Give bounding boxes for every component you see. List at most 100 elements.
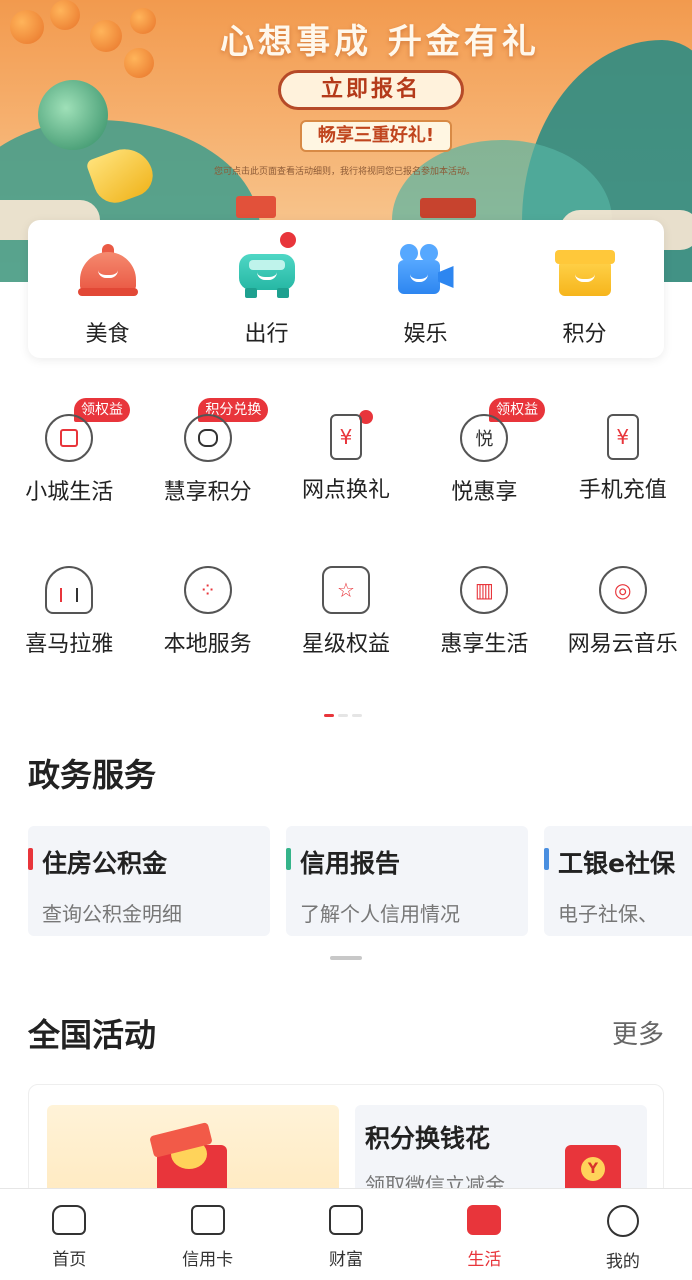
gift-box-icon bbox=[554, 240, 615, 298]
yue-icon: 悦 bbox=[460, 414, 509, 462]
service-yue-hui-xiang[interactable]: 领权益 悦 悦惠享 bbox=[415, 398, 553, 506]
bottom-nav: 首页 信用卡 财富 生活 我的 bbox=[0, 1188, 692, 1280]
category-label: 娱乐 bbox=[403, 322, 448, 347]
service-label: 网点换礼 bbox=[301, 478, 390, 503]
nav-home[interactable]: 首页 bbox=[0, 1189, 138, 1280]
service-label: 慧享积分 bbox=[163, 480, 252, 505]
service-points-enjoy[interactable]: 积分兑换 慧享积分 bbox=[138, 398, 276, 506]
chart-icon bbox=[329, 1205, 364, 1235]
activity-title: 积分换钱花 bbox=[365, 1124, 491, 1153]
coin-stack-icon bbox=[183, 414, 232, 462]
nav-mine[interactable]: 我的 bbox=[554, 1189, 692, 1280]
category-food[interactable]: 美食 bbox=[53, 240, 163, 358]
service-mobile-topup[interactable]: ¥ 手机充值 bbox=[554, 414, 692, 506]
dome-food-icon bbox=[77, 240, 138, 298]
gift-decoration bbox=[420, 198, 476, 218]
building-icon: ▥ bbox=[460, 566, 509, 614]
persimmon-decoration bbox=[10, 10, 44, 44]
card-accent-bar bbox=[286, 848, 291, 870]
service-label: 本地服务 bbox=[163, 632, 252, 657]
service-netease-music[interactable]: ◎ 网易云音乐 bbox=[554, 566, 692, 658]
star-medal-icon: ☆ bbox=[321, 566, 370, 614]
activity-points-exchange[interactable]: 积分换钱花 领取微信立减金 Y bbox=[355, 1105, 647, 1193]
service-label: 小城生活 bbox=[25, 480, 114, 505]
service-label: 惠享生活 bbox=[440, 632, 529, 657]
gift-card-icon: ¥ bbox=[329, 414, 362, 460]
service-star-rights[interactable]: ☆ 星级权益 bbox=[277, 566, 415, 658]
gift-tag: 畅享三重好礼! bbox=[300, 120, 452, 152]
gov-card-title: 信用报告 bbox=[300, 849, 401, 878]
card-accent-bar bbox=[28, 848, 33, 870]
nav-life[interactable]: 生活 bbox=[415, 1189, 553, 1280]
video-camera-icon bbox=[396, 240, 456, 298]
persimmon-decoration bbox=[90, 20, 122, 52]
nav-credit-card[interactable]: 信用卡 bbox=[138, 1189, 276, 1280]
gov-card-credit-report[interactable]: 信用报告 了解个人信用情况 bbox=[286, 826, 528, 936]
grid-glyph: ⁘ bbox=[199, 578, 216, 602]
horizontal-scroll-indicator bbox=[330, 956, 362, 960]
category-card: 美食 出行 娱乐 积分 bbox=[28, 220, 664, 358]
nav-label: 我的 bbox=[605, 1252, 640, 1272]
phone-icon: ¥ bbox=[606, 414, 639, 460]
gov-section-title: 政务服务 bbox=[28, 756, 157, 794]
gov-card-title: 住房公积金 bbox=[42, 849, 168, 878]
grid-icon: ⁘ bbox=[183, 566, 232, 614]
headphones-icon bbox=[45, 566, 94, 614]
nav-wealth[interactable]: 财富 bbox=[277, 1189, 415, 1280]
ticket-icon bbox=[467, 1205, 502, 1235]
page-dot-active bbox=[324, 714, 334, 717]
jade-pendant-decoration bbox=[38, 80, 108, 150]
grid-page-indicator bbox=[324, 714, 362, 717]
service-label: 手机充值 bbox=[578, 478, 667, 503]
service-ximalaya[interactable]: 喜马拉雅 bbox=[0, 566, 138, 658]
music-glyph: ◎ bbox=[614, 578, 632, 602]
service-grid-row: 领权益 小城生活 积分兑换 慧享积分 ¥ 网点换礼 领权益 悦 悦惠享 ¥ 手机… bbox=[0, 398, 692, 506]
service-label: 喜马拉雅 bbox=[25, 632, 114, 657]
service-hui-life[interactable]: ▥ 惠享生活 bbox=[415, 566, 553, 658]
activity-banner-gift[interactable] bbox=[47, 1105, 339, 1193]
notification-dot bbox=[279, 232, 296, 248]
music-icon: ◎ bbox=[598, 566, 647, 614]
signup-button[interactable]: 立即报名 bbox=[278, 70, 464, 110]
nav-label: 首页 bbox=[52, 1250, 87, 1270]
category-label: 出行 bbox=[244, 322, 289, 347]
category-points[interactable]: 积分 bbox=[530, 240, 640, 358]
yue-glyph: 悦 bbox=[475, 429, 494, 450]
page-dot bbox=[352, 714, 362, 717]
home-icon bbox=[52, 1205, 87, 1235]
gov-card-subtitle: 了解个人信用情况 bbox=[300, 902, 460, 926]
building-glyph: ▥ bbox=[474, 578, 494, 602]
activities-card: 积分换钱花 领取微信立减金 Y bbox=[28, 1084, 664, 1194]
nav-label: 信用卡 bbox=[182, 1250, 234, 1270]
gov-card-list[interactable]: 住房公积金 查询公积金明细 信用报告 了解个人信用情况 工银e社保 电子社保、 bbox=[28, 826, 692, 936]
gov-card-social-security[interactable]: 工银e社保 电子社保、 bbox=[544, 826, 692, 936]
coin-icon: Y bbox=[581, 1157, 605, 1181]
profile-icon bbox=[606, 1205, 639, 1237]
service-small-city-life[interactable]: 领权益 小城生活 bbox=[0, 398, 138, 506]
shopping-bag-icon bbox=[45, 414, 94, 462]
service-label: 网易云音乐 bbox=[567, 632, 678, 657]
card-accent-bar bbox=[544, 848, 549, 870]
activities-section-title: 全国活动 bbox=[28, 1016, 157, 1054]
car-icon bbox=[237, 240, 297, 298]
service-label: 悦惠享 bbox=[451, 480, 518, 505]
service-branch-gift[interactable]: ¥ 网点换礼 bbox=[277, 410, 415, 506]
service-label: 星级权益 bbox=[301, 632, 390, 657]
service-grid-row: 喜马拉雅 ⁘ 本地服务 ☆ 星级权益 ▥ 惠享生活 ◎ 网易云音乐 bbox=[0, 566, 692, 658]
category-entertainment[interactable]: 娱乐 bbox=[371, 240, 481, 358]
gov-card-subtitle: 查询公积金明细 bbox=[42, 902, 182, 926]
persimmon-decoration bbox=[50, 0, 80, 30]
gift-decoration bbox=[236, 196, 276, 218]
nav-label: 生活 bbox=[467, 1250, 502, 1270]
service-local[interactable]: ⁘ 本地服务 bbox=[138, 566, 276, 658]
banner-note: 您可点击此页面查看活动细则，我行将视同您已报名参加本活动。 bbox=[214, 167, 476, 177]
page-dot bbox=[338, 714, 348, 717]
more-link[interactable]: 更多 bbox=[612, 1014, 664, 1051]
banner-title: 心想事成 升金有礼 bbox=[220, 22, 540, 62]
gov-card-housing-fund[interactable]: 住房公积金 查询公积金明细 bbox=[28, 826, 270, 936]
category-label: 积分 bbox=[562, 322, 607, 347]
nav-label: 财富 bbox=[329, 1250, 364, 1270]
category-travel[interactable]: 出行 bbox=[212, 232, 322, 358]
yen-glyph: ¥ bbox=[616, 425, 630, 449]
credit-card-icon bbox=[190, 1205, 225, 1235]
